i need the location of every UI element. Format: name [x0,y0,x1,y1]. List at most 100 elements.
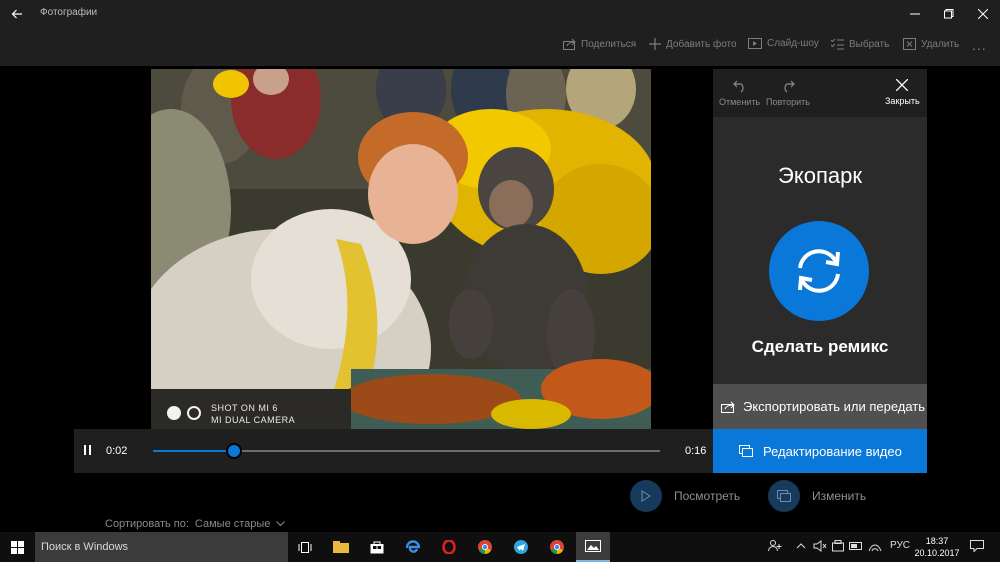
video-frame[interactable] [151,69,651,429]
photos-icon [585,540,601,552]
undo-icon [732,80,744,93]
share-icon [563,38,576,50]
add-photo-label: Добавить фото [666,38,737,50]
edge-icon [406,540,420,553]
change-label: Изменить [812,489,867,503]
battery-icon[interactable] [849,540,863,555]
edit-icon [768,480,800,512]
redo-button[interactable]: Повторить [766,79,810,107]
close-panel-button[interactable]: Закрыть [885,79,920,106]
folder-icon [333,541,349,553]
watermark-ring-icon [187,406,201,420]
export-share-button[interactable]: Экспортировать или передать [713,384,927,429]
playback-bar: 0:02 0:16 [74,429,713,473]
hardware-icon[interactable] [832,540,844,555]
maximize-icon [944,9,954,19]
refresh-icon [798,249,840,293]
watermark-line-2: MI DUAL CAMERA [211,415,296,425]
redo-label: Повторить [766,97,810,107]
seek-bar[interactable] [153,443,660,459]
notifications-icon[interactable] [970,540,984,555]
more-options-button[interactable]: ... [972,37,987,53]
total-time: 0:16 [685,445,707,457]
camera-watermark: SHOT ON MI 6 MI DUAL CAMERA [211,402,295,426]
pause-button[interactable] [84,445,91,455]
share-label: Поделиться [581,38,637,50]
start-button[interactable] [0,532,35,562]
export-label: Экспортировать или передать [743,399,926,414]
delete-label: Удалить [921,38,960,50]
language-indicator[interactable]: РУС [890,540,910,551]
undo-button[interactable]: Отменить [719,79,760,107]
video-title: Экопарк [778,163,862,188]
telegram-button[interactable] [504,532,538,562]
chrome-2-button[interactable] [540,532,574,562]
clock-time: 18:37 [925,536,949,546]
chrome-icon [478,540,492,554]
remix-panel: Отменить Повторить Закрыть Экопарк Сдела… [713,69,927,429]
title-bar: Фотографии [0,0,1000,28]
remix-label: Сделать ремикс [751,337,889,356]
maximize-button[interactable] [932,0,966,28]
chrome-button[interactable] [468,532,502,562]
back-button[interactable] [0,0,34,28]
store-button[interactable] [360,532,394,562]
change-button[interactable]: Изменить [768,480,866,512]
sort-control[interactable]: Сортировать по: Самые старые [105,518,286,530]
video-frame-image [151,69,651,429]
undo-label: Отменить [719,97,761,107]
share-button[interactable]: Поделиться [563,38,636,50]
system-clock[interactable]: 18:37 20.10.2017 [912,535,962,559]
clock-date: 20.10.2017 [914,548,960,558]
minimize-icon [910,13,920,15]
current-time: 0:02 [106,445,128,457]
edit-video-button[interactable]: Редактирование видео [713,429,927,473]
close-icon [896,79,909,91]
watch-button[interactable]: Посмотреть [630,480,740,512]
seek-progress [153,450,235,452]
command-bar: Поделиться Добавить фото Слайд-шоу Выбра… [0,28,1000,66]
sort-value: Самые старые [194,518,271,530]
taskbar-search[interactable]: Поиск в Windows [35,532,288,562]
close-window-button[interactable] [966,0,1000,28]
add-photo-button[interactable]: Добавить фото [649,38,737,50]
task-view-button[interactable] [288,532,322,562]
chevron-up-icon[interactable] [796,540,806,555]
slideshow-button[interactable]: Слайд-шоу [748,38,819,49]
app-title: Фотографии [40,7,98,18]
opera-icon [442,540,456,554]
close-icon [978,9,988,19]
play-icon [630,480,662,512]
edge-button[interactable] [396,532,430,562]
select-button[interactable]: Выбрать [831,38,889,50]
network-icon[interactable] [868,540,882,555]
back-arrow-icon [11,9,22,19]
minimize-button[interactable] [898,0,932,28]
edit-video-label: Редактирование видео [763,443,902,459]
telegram-icon [514,540,528,554]
seek-thumb[interactable] [226,443,243,459]
delete-icon [903,38,916,50]
delete-button[interactable]: Удалить [903,38,959,50]
file-explorer-button[interactable] [324,532,358,562]
slideshow-label: Слайд-шоу [767,38,819,49]
remix-button[interactable] [769,221,869,321]
panel-toolbar: Отменить Повторить Закрыть [713,69,927,117]
share-icon [721,401,735,413]
photos-app-button[interactable] [576,532,610,562]
volume-muted-icon[interactable] [813,540,827,555]
watermark-dot-icon [167,406,181,420]
plus-icon [649,38,661,50]
select-label: Выбрать [849,38,890,50]
chevron-down-icon [276,521,286,527]
opera-button[interactable] [432,532,466,562]
redo-icon [784,80,795,93]
watermark-line-1: SHOT ON MI 6 [211,403,278,413]
slideshow-icon [748,38,762,49]
people-icon[interactable] [768,540,782,555]
select-list-icon [831,38,844,50]
close-label: Закрыть [885,96,920,106]
taskbar: Поиск в Windows РУС 18:37 20.10.2017 [0,532,1000,562]
search-placeholder: Поиск в Windows [41,541,129,553]
store-bag-icon [370,541,384,554]
